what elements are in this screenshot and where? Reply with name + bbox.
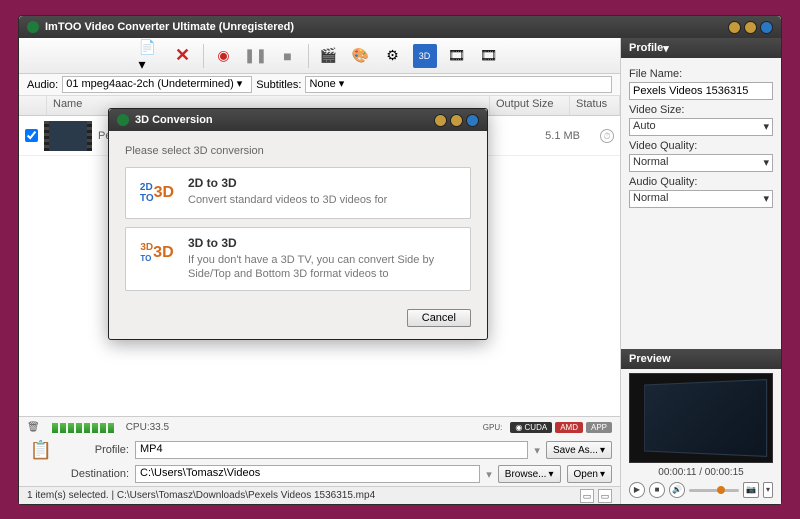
vq-select[interactable]: Normal▾ [629, 154, 773, 172]
row-size: 5.1 MB [540, 130, 600, 142]
destination-label: Destination: [61, 468, 129, 480]
col-output-size[interactable]: Output Size [490, 96, 570, 115]
row-status-icon: ⏱ [600, 129, 614, 143]
profile-row: 📋 Profile: MP4 ▾ Save As... ▾ [19, 438, 620, 462]
profile-panel: File Name: Video Size: Auto▾ Video Quali… [621, 58, 781, 214]
profile-select[interactable]: MP4 [135, 441, 528, 459]
cpu-gpu-bar: 🗑 CPU:33.5 GPU: ◉ CUDA AMD APP [19, 416, 620, 438]
preview-time: 00:00:11 / 00:00:15 [621, 467, 781, 478]
3d-to-3d-icon: 3DTO3D [136, 236, 178, 270]
option-3d-to-3d[interactable]: 3DTO3D 3D to 3D If you don't have a 3D T… [125, 227, 471, 291]
audio-select[interactable]: 01 mpeg4aac-2ch (Undetermined) ▾ [62, 76, 252, 93]
videosize-label: Video Size: [629, 104, 773, 116]
dialog-minimize-button[interactable] [434, 114, 447, 127]
video-thumbnail [44, 121, 92, 151]
trash-icon[interactable]: 🗑 [27, 422, 40, 433]
snapshot-menu-button[interactable]: ▾ [763, 482, 773, 498]
2d-to-3d-icon: 2DTO3D [136, 176, 178, 210]
audio-subtitle-row: Audio: 01 mpeg4aac-2ch (Undetermined) ▾ … [19, 74, 620, 96]
amd-badge: AMD [555, 422, 583, 433]
cancel-button[interactable]: Cancel [407, 309, 471, 327]
volume-slider[interactable] [689, 489, 739, 492]
profile-icon: 📋 [27, 438, 55, 462]
app-logo-icon [27, 21, 39, 33]
filename-field[interactable] [629, 82, 773, 100]
dialog-title: 3D Conversion [135, 114, 434, 126]
dialog-logo-icon [117, 114, 129, 126]
open-button[interactable]: Open ▾ [567, 465, 613, 483]
effects-button[interactable]: 🎨 [349, 44, 373, 68]
opt1-title: 2D to 3D [188, 176, 460, 190]
minimize-button[interactable] [728, 21, 741, 34]
cpu-label: CPU:33.5 [126, 422, 169, 433]
sb-icon-1[interactable]: ▭ [580, 489, 594, 503]
opt1-desc: Convert standard videos to 3D videos for [188, 193, 460, 207]
stop-button[interactable]: ■ [276, 44, 300, 68]
subtitles-label: Subtitles: [256, 79, 301, 91]
dialog-prompt: Please select 3D conversion [125, 145, 471, 157]
option-2d-to-3d[interactable]: 2DTO3D 2D to 3D Convert standard videos … [125, 167, 471, 219]
play-button[interactable]: ▶ [629, 482, 645, 498]
gpu-label: GPU: [478, 422, 508, 433]
convert-button[interactable]: ◉ [212, 44, 236, 68]
preview-panel-header[interactable]: Preview [621, 349, 781, 369]
dialog-titlebar[interactable]: 3D Conversion [109, 109, 487, 131]
stop-preview-button[interactable]: ■ [649, 482, 665, 498]
audio-label: Audio: [27, 79, 58, 91]
preview-canvas[interactable] [629, 373, 773, 463]
subtitles-select[interactable]: None ▾ [305, 76, 612, 93]
close-button[interactable] [760, 21, 773, 34]
opt2-title: 3D to 3D [188, 236, 460, 250]
destination-input[interactable]: C:\Users\Tomasz\Videos [135, 465, 480, 483]
split-button[interactable]: 🎞 [477, 44, 501, 68]
preview-panel: 00:00:11 / 00:00:15 ▶ ■ 🔊 📷 ▾ [621, 369, 781, 504]
save-as-button[interactable]: Save As... ▾ [546, 441, 612, 459]
profile-panel-header[interactable]: Profile▾ [621, 38, 781, 58]
row-checkbox[interactable] [25, 129, 38, 142]
destination-row: Destination: C:\Users\Tomasz\Videos ▾ Br… [19, 462, 620, 486]
main-toolbar: 📄▾ ✕ ◉ ❚❚ ■ 🎬 🎨 ⚙ 3D 🎞 🎞 [19, 38, 620, 74]
settings-button[interactable]: ⚙ [381, 44, 405, 68]
mute-button[interactable]: 🔊 [669, 482, 685, 498]
filename-label: File Name: [629, 68, 773, 80]
3d-button[interactable]: 3D [413, 44, 437, 68]
app-badge: APP [586, 422, 612, 433]
col-status[interactable]: Status [570, 96, 620, 115]
window-title: ImTOO Video Converter Ultimate (Unregist… [45, 21, 728, 33]
profile-label: Profile: [61, 444, 129, 456]
dialog-close-button[interactable] [466, 114, 479, 127]
cpu-meters [52, 423, 114, 433]
add-file-button[interactable]: 📄▾ [139, 44, 163, 68]
browse-button[interactable]: Browse... ▾ [498, 465, 561, 483]
remove-button[interactable]: ✕ [171, 44, 195, 68]
videosize-select[interactable]: Auto▾ [629, 118, 773, 136]
dialog-maximize-button[interactable] [450, 114, 463, 127]
vq-label: Video Quality: [629, 140, 773, 152]
maximize-button[interactable] [744, 21, 757, 34]
sb-icon-2[interactable]: ▭ [598, 489, 612, 503]
pause-button[interactable]: ❚❚ [244, 44, 268, 68]
statusbar: 1 item(s) selected. | C:\Users\Tomasz\Do… [19, 486, 620, 504]
snapshot-button[interactable]: 📷 [743, 482, 759, 498]
opt2-desc: If you don't have a 3D TV, you can conve… [188, 253, 460, 282]
main-titlebar[interactable]: ImTOO Video Converter Ultimate (Unregist… [19, 16, 781, 38]
merge-button[interactable]: 🎞 [445, 44, 469, 68]
aq-select[interactable]: Normal▾ [629, 190, 773, 208]
clip-button[interactable]: 🎬 [317, 44, 341, 68]
status-text: 1 item(s) selected. | C:\Users\Tomasz\Do… [27, 490, 375, 501]
3d-conversion-dialog: 3D Conversion Please select 3D conversio… [108, 108, 488, 340]
aq-label: Audio Quality: [629, 176, 773, 188]
cuda-badge: ◉ CUDA [510, 422, 552, 433]
